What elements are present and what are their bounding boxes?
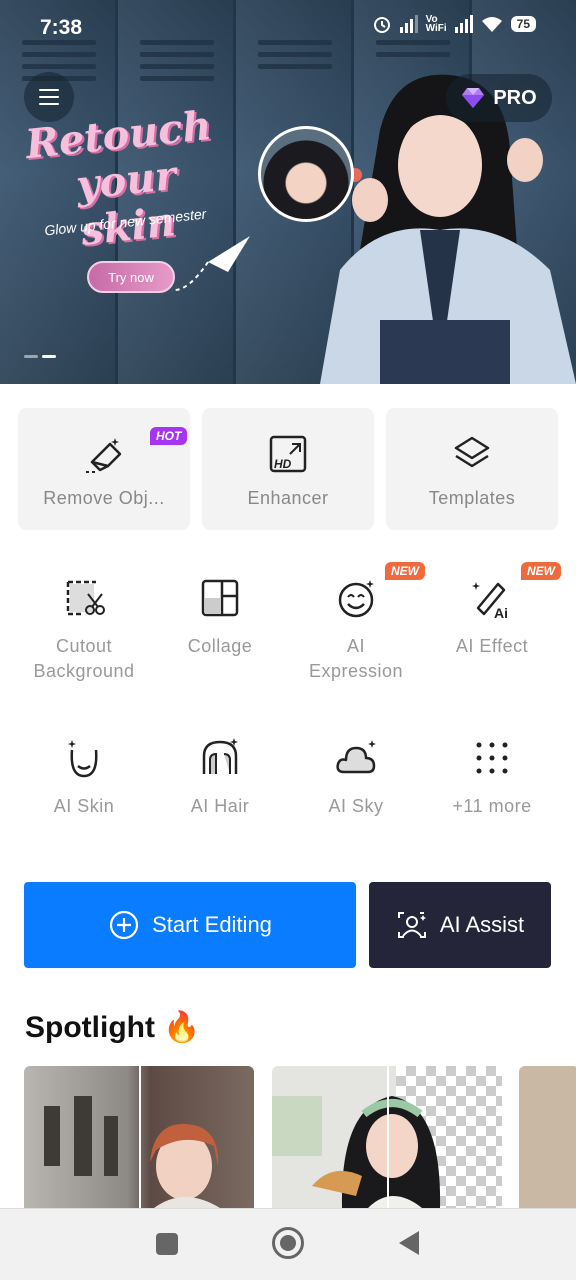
back-button[interactable]: [399, 1231, 419, 1255]
fire-icon: 🔥: [163, 1011, 201, 1044]
hot-badge: HOT: [150, 427, 188, 445]
new-badge: NEW: [521, 562, 561, 580]
system-navigation-bar: [0, 1208, 576, 1280]
spotlight-card[interactable]: [272, 1066, 502, 1208]
cloud-icon: [336, 740, 376, 774]
ai-sky-tool[interactable]: AI Sky: [288, 736, 424, 819]
recent-apps-button[interactable]: [156, 1233, 178, 1255]
menu-button[interactable]: [24, 72, 74, 122]
promo-banner[interactable]: Retouch your skin Glow up for new semest…: [0, 0, 576, 384]
face-icon: [68, 740, 98, 778]
ai-expression-label: AI Expression: [308, 636, 404, 681]
more-tools-label: +11 more: [452, 796, 532, 816]
ai-hair-label: AI Hair: [190, 796, 250, 816]
cutout-icon: [66, 580, 105, 616]
svg-text:Ai: Ai: [494, 605, 508, 620]
remove-object-label: Remove Obj...: [43, 488, 165, 508]
vowifi-indicator: Vo WiFi: [425, 14, 447, 34]
enhancer-card[interactable]: HD Enhancer: [202, 408, 374, 530]
ai-effect-tool[interactable]: Ai AI Effect: [424, 576, 560, 659]
try-now-button[interactable]: Try now: [87, 261, 175, 293]
grid-dots-icon: [476, 742, 508, 774]
ai-assist-icon: [397, 912, 426, 938]
hair-icon: [202, 738, 238, 774]
diamond-icon: [462, 88, 485, 108]
remove-object-card[interactable]: Remove Obj... HOT: [18, 408, 190, 530]
start-editing-button[interactable]: Start Editing: [24, 882, 356, 968]
banner-portrait-circle: [258, 126, 354, 222]
ai-hair-tool[interactable]: AI Hair: [152, 736, 288, 819]
compare-divider[interactable]: [139, 1066, 141, 1208]
paper-plane-icon: [171, 236, 250, 292]
ai-effect-label: AI Effect: [455, 636, 529, 656]
collage-label: Collage: [187, 636, 253, 656]
ai-sky-label: AI Sky: [328, 796, 384, 816]
ai-skin-tool[interactable]: AI Skin: [16, 736, 152, 819]
signal-icon: [454, 15, 473, 33]
spotlight-card[interactable]: [24, 1066, 254, 1208]
svg-text:HD: HD: [274, 457, 292, 471]
layers-icon: [454, 436, 490, 468]
cutout-background-label: Cutout Background: [33, 636, 135, 681]
alarm-icon: [373, 17, 390, 33]
ai-assist-label: AI Assist: [439, 912, 525, 937]
status-time: 7:38: [40, 16, 83, 39]
pro-button[interactable]: PRO: [446, 74, 552, 122]
pro-label: PRO: [493, 86, 537, 109]
menu-icon: [39, 89, 59, 91]
ai-assist-button[interactable]: AI Assist: [369, 882, 551, 968]
templates-card[interactable]: Templates: [386, 408, 558, 530]
ai-expression-tool[interactable]: AI Expression: [288, 576, 424, 684]
collage-tool[interactable]: Collage: [152, 576, 288, 659]
spotlight-heading: Spotlight 🔥: [25, 1011, 201, 1044]
ai-skin-label: AI Skin: [53, 796, 115, 816]
status-bar: 7:38 Vo WiFi 75: [0, 0, 576, 56]
battery-indicator: 75: [510, 16, 536, 32]
ai-effect-icon: Ai: [472, 582, 508, 620]
collage-icon: [201, 579, 239, 617]
compare-divider[interactable]: [387, 1066, 389, 1208]
new-badge: NEW: [385, 562, 425, 580]
wifi-icon: [481, 17, 502, 32]
plus-circle-icon: [109, 910, 139, 940]
eraser-icon: [86, 438, 122, 473]
smiley-icon: [338, 580, 374, 618]
banner-page-indicator: [24, 355, 56, 358]
signal-icon: [399, 15, 418, 33]
spotlight-card[interactable]: [519, 1066, 576, 1208]
hd-icon: HD: [269, 435, 307, 473]
templates-label: Templates: [428, 488, 516, 508]
start-editing-label: Start Editing: [152, 912, 272, 937]
cutout-background-tool[interactable]: Cutout Background: [16, 576, 152, 684]
home-button[interactable]: [272, 1227, 304, 1259]
enhancer-label: Enhancer: [247, 488, 329, 508]
more-tools[interactable]: +11 more: [424, 736, 560, 819]
